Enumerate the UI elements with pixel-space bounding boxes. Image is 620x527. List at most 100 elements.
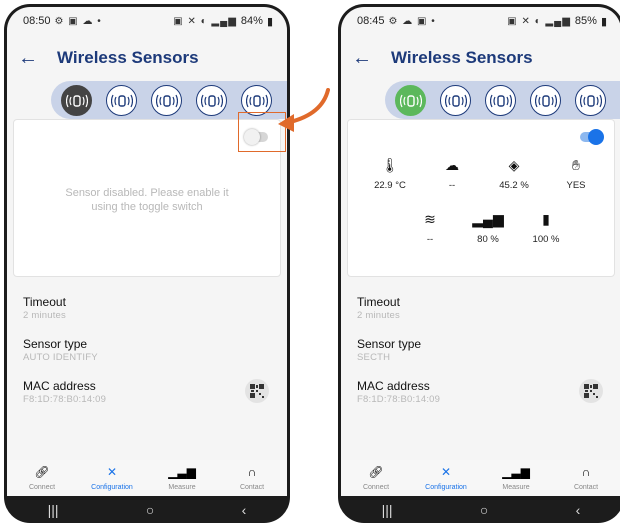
setting-mac-address: MAC address F8:1D:78:B0:14:09 [341, 371, 620, 413]
signal-icons: ▣ ✕ ◐ ▂▄▆ [173, 15, 237, 27]
sensor-enable-toggle[interactable] [580, 129, 604, 145]
qr-code-icon[interactable] [245, 379, 269, 403]
status-bar: 08:50 ⚙ ▣ ☁ • ▣ ✕ ◐ ▂▄▆ 84% ▮ [7, 7, 287, 35]
tools-icon: ✕ [440, 465, 452, 479]
bar-chart-icon: ▁▃▆ [168, 465, 196, 479]
battery-percent: 84% [240, 15, 263, 27]
tools-icon: ✕ [106, 465, 118, 479]
measurement-humidity: ◈ 45.2 % [486, 154, 542, 192]
setting-sensor-type[interactable]: Sensor type AUTO IDENTIFY [7, 329, 287, 371]
screen-left: 08:50 ⚙ ▣ ☁ • ▣ ✕ ◐ ▂▄▆ 84% ▮ ← Wireless… [7, 7, 287, 496]
setting-value: 2 minutes [23, 310, 66, 321]
home-icon[interactable]: ○ [480, 502, 488, 518]
setting-timeout[interactable]: Timeout 2 minutes [7, 287, 287, 329]
wireless-sensor-icon [155, 94, 178, 107]
wind-icon: ≋ [424, 210, 436, 227]
co2-cloud-icon: ☁ [445, 156, 459, 173]
bar-chart-icon: ▁▃▆ [502, 465, 530, 479]
nav-contact[interactable]: ∩ Contact [217, 460, 287, 496]
wireless-sensor-icon [534, 94, 557, 107]
recent-apps-icon[interactable]: ||| [382, 502, 393, 518]
pointer-arrow-icon [278, 88, 330, 132]
measurement-signal: ▂▄▆ 80 % [460, 208, 516, 246]
thermometer-icon: 🌡︎ [381, 156, 399, 173]
app-header: ← Wireless Sensors [341, 45, 620, 71]
battery-icon: ▮ [542, 210, 550, 227]
phone-left: 08:50 ⚙ ▣ ☁ • ▣ ✕ ◐ ▂▄▆ 84% ▮ ← Wireless… [4, 4, 290, 523]
motion-hand-icon: ✋︎ [572, 156, 580, 173]
page-title: Wireless Sensors [57, 48, 199, 67]
setting-timeout[interactable]: Timeout 2 minutes [341, 287, 620, 329]
sensor-button-3[interactable] [485, 85, 516, 116]
nav-label: Contact [239, 484, 265, 491]
measurement-value: 22.9 °C [374, 180, 406, 191]
measurement-motion: ✋︎ YES [548, 154, 604, 192]
android-nav-bar: ||| ○ ‹ [338, 496, 620, 523]
setting-value: SECTH [357, 352, 391, 363]
sensor-button-2[interactable] [106, 85, 137, 116]
setting-label: Timeout [357, 295, 400, 309]
back-icon[interactable]: ‹ [242, 502, 247, 518]
sensor-button-4[interactable] [530, 85, 561, 116]
setting-mac-address: MAC address F8:1D:78:B0:14:09 [7, 371, 287, 413]
nav-label: Measure [502, 484, 530, 491]
headset-icon: ∩ [581, 465, 591, 479]
nav-label: Configuration [425, 484, 467, 491]
link-icon: 🔗︎ [368, 465, 384, 479]
nav-measure[interactable]: ▁▃▆ Measure [481, 460, 551, 496]
sensor-button-2[interactable] [440, 85, 471, 116]
sensor-card: 🌡︎ 22.9 °C ☁ -- ◈ 45.2 % ✋︎ YES ≋ -- ▂▄▆ [347, 119, 615, 277]
nav-connect[interactable]: 🔗︎ Connect [7, 460, 77, 496]
nav-configuration[interactable]: ✕ Configuration [77, 460, 147, 496]
setting-label: Sensor type [357, 337, 422, 351]
measurement-value: -- [426, 234, 434, 245]
wireless-sensor-icon [110, 94, 133, 107]
link-icon: 🔗︎ [34, 465, 50, 479]
headset-icon: ∩ [247, 465, 257, 479]
measurement-co2: ☁ -- [424, 154, 480, 192]
humidity-drop-icon: ◈ [508, 156, 520, 173]
home-icon[interactable]: ○ [146, 502, 154, 518]
measurement-battery: ▮ 100 % [518, 208, 574, 246]
sensor-button-1[interactable] [395, 85, 426, 116]
nav-label: Connect [28, 484, 56, 491]
battery-icon: ▮ [600, 15, 607, 28]
sensor-disabled-message: Sensor disabled. Please enable it using … [65, 187, 229, 213]
measurement-value: 45.2 % [499, 180, 529, 191]
wireless-sensor-icon [245, 94, 268, 107]
back-arrow-icon[interactable]: ← [347, 48, 377, 68]
wireless-sensor-icon [399, 94, 422, 107]
setting-label: Timeout [23, 295, 66, 309]
nav-label: Measure [168, 484, 196, 491]
nav-label: Connect [362, 484, 390, 491]
setting-value: 2 minutes [357, 310, 400, 321]
toggle-knob [588, 129, 604, 145]
wireless-sensor-icon [489, 94, 512, 107]
status-time: 08:45 [357, 15, 385, 27]
battery-percent: 85% [574, 15, 597, 27]
sensor-button-3[interactable] [151, 85, 182, 116]
measurement-value: YES [566, 180, 586, 191]
notification-icons: ⚙ ☁ ▣ • [388, 15, 436, 27]
nav-measure[interactable]: ▁▃▆ Measure [147, 460, 217, 496]
status-bar: 08:45 ⚙ ☁ ▣ • ▣ ✕ ◐ ▂▄▆ 85% ▮ [341, 7, 620, 35]
back-arrow-icon[interactable]: ← [13, 48, 43, 68]
status-time: 08:50 [23, 15, 51, 27]
signal-icons: ▣ ✕ ◐ ▂▄▆ [507, 15, 571, 27]
wireless-sensor-icon [444, 94, 467, 107]
setting-sensor-type[interactable]: Sensor type SECTH [341, 329, 620, 371]
sensor-button-1[interactable] [61, 85, 92, 116]
measurement-temperature: 🌡︎ 22.9 °C [362, 154, 418, 192]
nav-label: Contact [573, 484, 599, 491]
nav-contact[interactable]: ∩ Contact [551, 460, 620, 496]
app-header: ← Wireless Sensors [7, 45, 287, 71]
recent-apps-icon[interactable]: ||| [48, 502, 59, 518]
measurement-value: -- [448, 180, 456, 191]
setting-value: AUTO IDENTIFY [23, 352, 98, 363]
back-icon[interactable]: ‹ [576, 502, 581, 518]
sensor-button-4[interactable] [196, 85, 227, 116]
qr-code-icon[interactable] [579, 379, 603, 403]
sensor-button-5[interactable] [575, 85, 606, 116]
nav-configuration[interactable]: ✕ Configuration [411, 460, 481, 496]
nav-connect[interactable]: 🔗︎ Connect [341, 460, 411, 496]
